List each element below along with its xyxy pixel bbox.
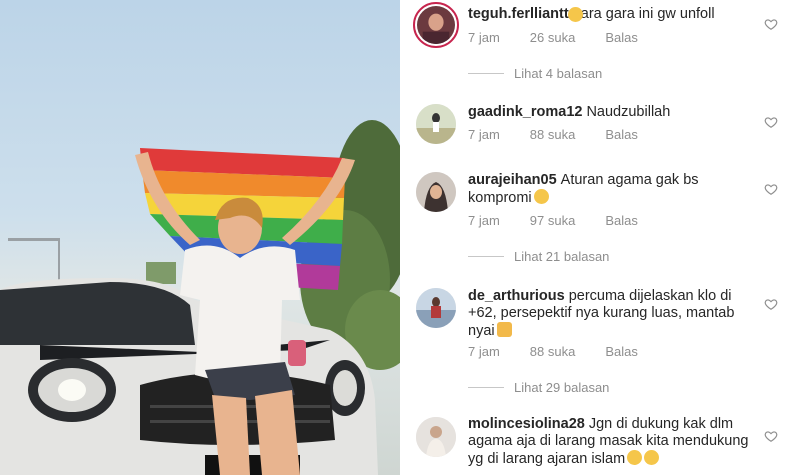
comment-time: 7 jam bbox=[468, 213, 500, 228]
comment-username[interactable]: de_arthurious bbox=[468, 288, 565, 304]
pleading-face-emoji bbox=[644, 450, 660, 465]
photo-illustration bbox=[0, 120, 400, 475]
view-replies-button[interactable]: Lihat 29 balasan bbox=[468, 380, 609, 395]
comment-likes[interactable]: 97 suka bbox=[530, 213, 576, 228]
comment-likes[interactable]: 88 suka bbox=[530, 344, 576, 359]
heart-outline-icon[interactable] bbox=[764, 429, 778, 443]
view-replies-label: Lihat 4 balasan bbox=[514, 66, 603, 81]
comment-username[interactable]: gaadink_roma12 bbox=[468, 104, 582, 120]
avatar[interactable] bbox=[416, 172, 456, 212]
reply-button[interactable]: Balas bbox=[605, 344, 638, 359]
reply-button[interactable]: Balas bbox=[605, 30, 638, 45]
comment-likes[interactable]: 88 suka bbox=[530, 127, 576, 142]
comment-likes[interactable]: 26 suka bbox=[530, 30, 576, 45]
comment-text: Naudzubillah bbox=[586, 104, 671, 120]
heart-outline-icon[interactable] bbox=[764, 182, 778, 196]
pleading-face-emoji bbox=[627, 450, 643, 465]
reply-button[interactable]: Balas bbox=[605, 213, 638, 228]
divider-line bbox=[468, 387, 504, 388]
view-replies-button[interactable]: Lihat 21 balasan bbox=[468, 249, 609, 264]
comment-time: 7 jam bbox=[468, 127, 500, 142]
comment-username[interactable]: molincesiolina28 bbox=[468, 416, 585, 432]
comment-username[interactable]: teguh.ferlliantt bbox=[468, 6, 569, 22]
view-replies-button[interactable]: Lihat 4 balasan bbox=[468, 66, 602, 81]
heart-outline-icon[interactable] bbox=[764, 115, 778, 129]
avatar[interactable] bbox=[416, 417, 456, 457]
comment-text: gara gara ini gw unfoll bbox=[572, 6, 715, 22]
smiling-face-emoji bbox=[533, 189, 549, 204]
reply-button[interactable]: Balas bbox=[605, 127, 638, 142]
heart-outline-icon[interactable] bbox=[764, 17, 778, 31]
comment-username[interactable]: aurajeihan05 bbox=[468, 172, 557, 188]
view-replies-label: Lihat 21 balasan bbox=[514, 249, 610, 264]
post-photo bbox=[0, 0, 400, 475]
pleading-face-emoji bbox=[568, 7, 583, 22]
avatar[interactable] bbox=[416, 104, 456, 144]
heart-outline-icon[interactable] bbox=[764, 297, 778, 311]
divider-line bbox=[468, 73, 504, 74]
divider-line bbox=[468, 256, 504, 257]
avatar[interactable] bbox=[413, 2, 459, 48]
view-replies-label: Lihat 29 balasan bbox=[514, 380, 610, 395]
clapping-hands-emoji bbox=[496, 322, 512, 337]
comments-panel[interactable]: teguh.ferlliantt gara gara ini gw unfoll … bbox=[400, 0, 800, 475]
comment-time: 7 jam bbox=[468, 344, 500, 359]
avatar[interactable] bbox=[416, 288, 456, 328]
comment-time: 7 jam bbox=[468, 30, 500, 45]
